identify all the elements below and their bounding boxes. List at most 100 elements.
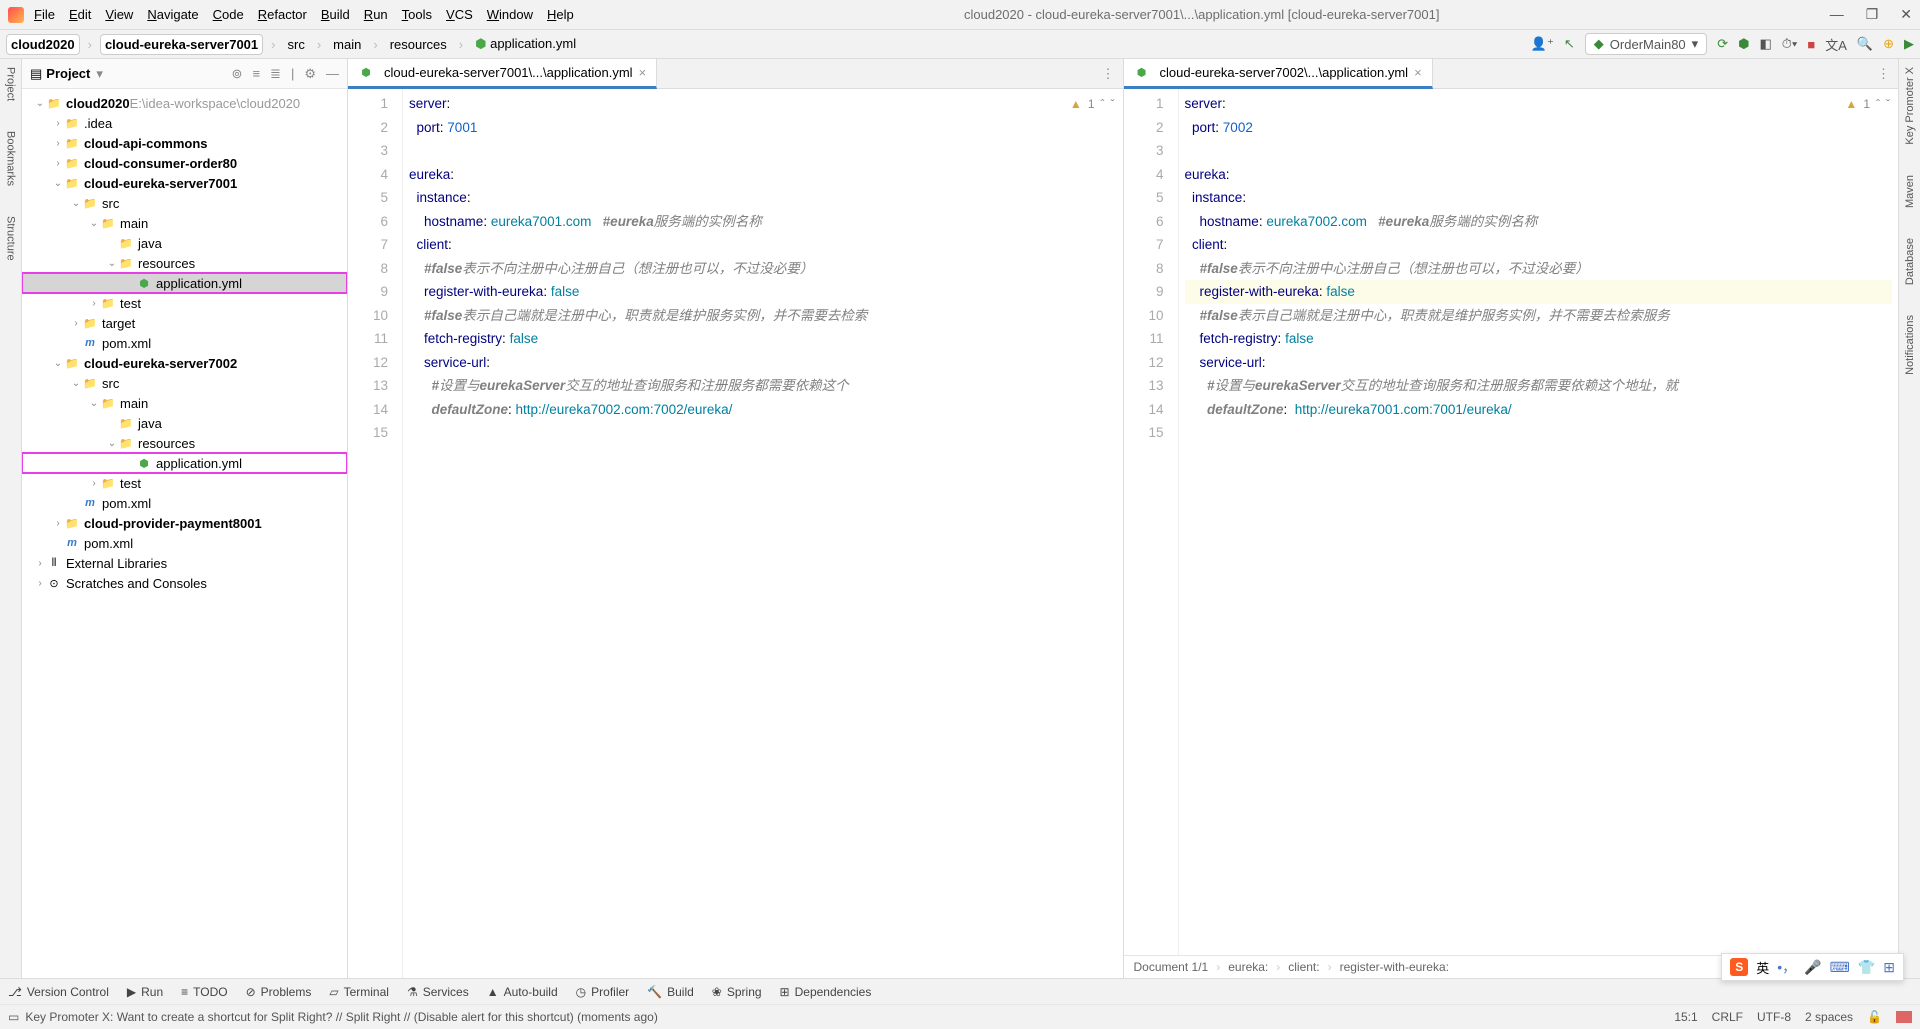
menu-help[interactable]: Help [547, 7, 574, 22]
run-anything-icon[interactable]: ▶ [1904, 36, 1914, 52]
bottom-tab-build[interactable]: 🔨Build [647, 985, 694, 999]
tree-node[interactable]: ⌄📁main [22, 213, 347, 233]
tool-tab-notifications[interactable]: Notifications [1904, 315, 1916, 375]
code-breadcrumb-item[interactable]: eureka: [1228, 960, 1268, 974]
close-button[interactable]: ✕ [1900, 6, 1912, 23]
tool-tab-bookmarks[interactable]: Bookmarks [5, 131, 17, 186]
tree-node[interactable]: ⌄📁cloud-eureka-server7001 [22, 173, 347, 193]
code-editor-left[interactable]: ▲1ˆˇ 123456789101112131415 server: port:… [348, 89, 1123, 978]
breadcrumb-item[interactable]: cloud-eureka-server7001 [100, 34, 263, 55]
menu-run[interactable]: Run [364, 7, 388, 22]
readonly-lock-icon[interactable]: 🔓 [1867, 1010, 1882, 1024]
bottom-tab-profiler[interactable]: ◷Profiler [576, 985, 630, 999]
bottom-tab-version-control[interactable]: ⎇Version Control [8, 985, 109, 999]
coverage-icon[interactable]: ◧ [1759, 36, 1771, 52]
tree-node[interactable]: 📁java [22, 413, 347, 433]
tree-node[interactable]: ›⫴External Libraries [22, 553, 347, 573]
minimize-button[interactable]: — [1830, 6, 1844, 23]
tool-tab-project[interactable]: Project [5, 67, 17, 101]
tree-node[interactable]: ⌄📁cloud-eureka-server7002 [22, 353, 347, 373]
tree-node[interactable]: ›📁test [22, 473, 347, 493]
project-tree[interactable]: ⌄📁cloud2020 E:\idea-workspace\cloud2020›… [22, 89, 347, 978]
tree-node[interactable]: mpom.xml [22, 533, 347, 553]
ime-lang[interactable]: 英 [1756, 958, 1769, 977]
tree-node[interactable]: ›📁target [22, 313, 347, 333]
indent-setting[interactable]: 2 spaces [1805, 1010, 1853, 1024]
tree-node[interactable]: ›📁.idea [22, 113, 347, 133]
tool-tab-key-promoter-x[interactable]: Key Promoter X [1904, 67, 1916, 145]
collapse-icon[interactable]: ≣ [270, 66, 281, 82]
breadcrumb-item[interactable]: src [283, 35, 308, 54]
tree-node[interactable]: mpom.xml [22, 333, 347, 353]
add-user-icon[interactable]: 👤⁺ [1531, 36, 1554, 52]
inspection-badge[interactable]: ▲1ˆˇ [1845, 93, 1890, 117]
run-configuration[interactable]: ◆OrderMain80▾ [1585, 33, 1707, 55]
tool-tab-database[interactable]: Database [1904, 238, 1916, 285]
breadcrumb-item[interactable]: cloud2020 [6, 34, 80, 55]
breadcrumb-item[interactable]: resources [386, 35, 451, 54]
caret-position[interactable]: 15:1 [1674, 1010, 1697, 1024]
menu-build[interactable]: Build [321, 7, 350, 22]
inspection-badge[interactable]: ▲1ˆˇ [1070, 93, 1115, 117]
line-separator[interactable]: CRLF [1712, 1010, 1743, 1024]
bottom-tab-spring[interactable]: ❀Spring [712, 985, 762, 999]
tree-node[interactable]: ⌄📁src [22, 373, 347, 393]
ime-keyboard-icon[interactable]: ⌨ [1830, 959, 1850, 976]
tree-node[interactable]: ›📁cloud-provider-payment8001 [22, 513, 347, 533]
tree-node[interactable]: ⬢application.yml [22, 273, 347, 293]
bottom-tab-run[interactable]: ▶Run [127, 985, 163, 999]
expand-icon[interactable]: ≡ [252, 66, 260, 82]
breadcrumb-item[interactable]: main [329, 35, 365, 54]
tool-tab-structure[interactable]: Structure [5, 216, 17, 261]
bottom-tab-auto-build[interactable]: ▲Auto-build [487, 985, 558, 999]
menu-refactor[interactable]: Refactor [258, 7, 307, 22]
tree-node[interactable]: ⌄📁cloud2020 E:\idea-workspace\cloud2020 [22, 93, 347, 113]
tree-node[interactable]: 📁java [22, 233, 347, 253]
tree-node[interactable]: ⌄📁resources [22, 253, 347, 273]
tree-node[interactable]: ›⊙Scratches and Consoles [22, 573, 347, 593]
debug-icon[interactable]: ⬢ [1738, 36, 1749, 52]
ime-mic-icon[interactable]: 🎤 [1804, 959, 1821, 976]
tree-node[interactable]: ⬢application.yml [22, 453, 347, 473]
settings-icon[interactable]: ⚙ [304, 66, 316, 82]
code-breadcrumb-item[interactable]: client: [1288, 960, 1319, 974]
project-view-dropdown[interactable]: ▾ [96, 66, 103, 82]
maximize-button[interactable]: ❐ [1866, 6, 1879, 23]
ime-toolbar[interactable]: S 英 •， 🎤 ⌨ 👕 ⊞ [1721, 953, 1904, 981]
locate-icon[interactable]: ⊚ [232, 66, 243, 82]
file-encoding[interactable]: UTF-8 [1757, 1010, 1791, 1024]
mem-indicator-icon[interactable] [1896, 1011, 1912, 1023]
tree-node[interactable]: mpom.xml [22, 493, 347, 513]
code-editor-right[interactable]: ▲1ˆˇ 123456789101112131415 server: port:… [1124, 89, 1899, 955]
menu-file[interactable]: File [34, 7, 55, 22]
event-log-icon[interactable]: ▭ [8, 1010, 19, 1024]
bottom-tab-problems[interactable]: ⊘Problems [246, 985, 312, 999]
back-icon[interactable]: ↖ [1564, 36, 1575, 52]
translate-icon[interactable]: 文A [1825, 35, 1847, 54]
menu-edit[interactable]: Edit [69, 7, 91, 22]
tree-node[interactable]: ›📁cloud-api-commons [22, 133, 347, 153]
ime-toolbox-icon[interactable]: ⊞ [1883, 959, 1895, 976]
bottom-tab-dependencies[interactable]: ⊞Dependencies [780, 985, 872, 999]
bottom-tab-terminal[interactable]: ▱Terminal [329, 985, 389, 999]
ide-updates-icon[interactable]: ⊕ [1883, 36, 1894, 52]
tree-node[interactable]: ›📁test [22, 293, 347, 313]
tab-menu-icon[interactable]: ⋮ [1869, 66, 1898, 82]
menu-tools[interactable]: Tools [402, 7, 432, 22]
editor-tab[interactable]: ⬢ cloud-eureka-server7001\...\applicatio… [348, 59, 657, 89]
stop-icon[interactable]: ■ [1807, 37, 1815, 52]
code-breadcrumb-item[interactable]: register-with-eureka: [1340, 960, 1449, 974]
menu-code[interactable]: Code [213, 7, 244, 22]
breadcrumb-item[interactable]: ⬢ application.yml [471, 34, 580, 54]
bottom-tab-todo[interactable]: ≡TODO [181, 985, 227, 999]
tree-node[interactable]: ⌄📁src [22, 193, 347, 213]
ime-punct-icon[interactable]: •， [1777, 957, 1796, 977]
refresh-icon[interactable]: ⟳ [1717, 36, 1728, 52]
tree-node[interactable]: ⌄📁resources [22, 433, 347, 453]
ime-skin-icon[interactable]: 👕 [1858, 959, 1875, 976]
tab-menu-icon[interactable]: ⋮ [1094, 66, 1123, 82]
close-tab-icon[interactable]: × [639, 65, 647, 80]
menu-view[interactable]: View [105, 7, 133, 22]
menu-window[interactable]: Window [487, 7, 533, 22]
hide-icon[interactable]: — [326, 66, 339, 82]
